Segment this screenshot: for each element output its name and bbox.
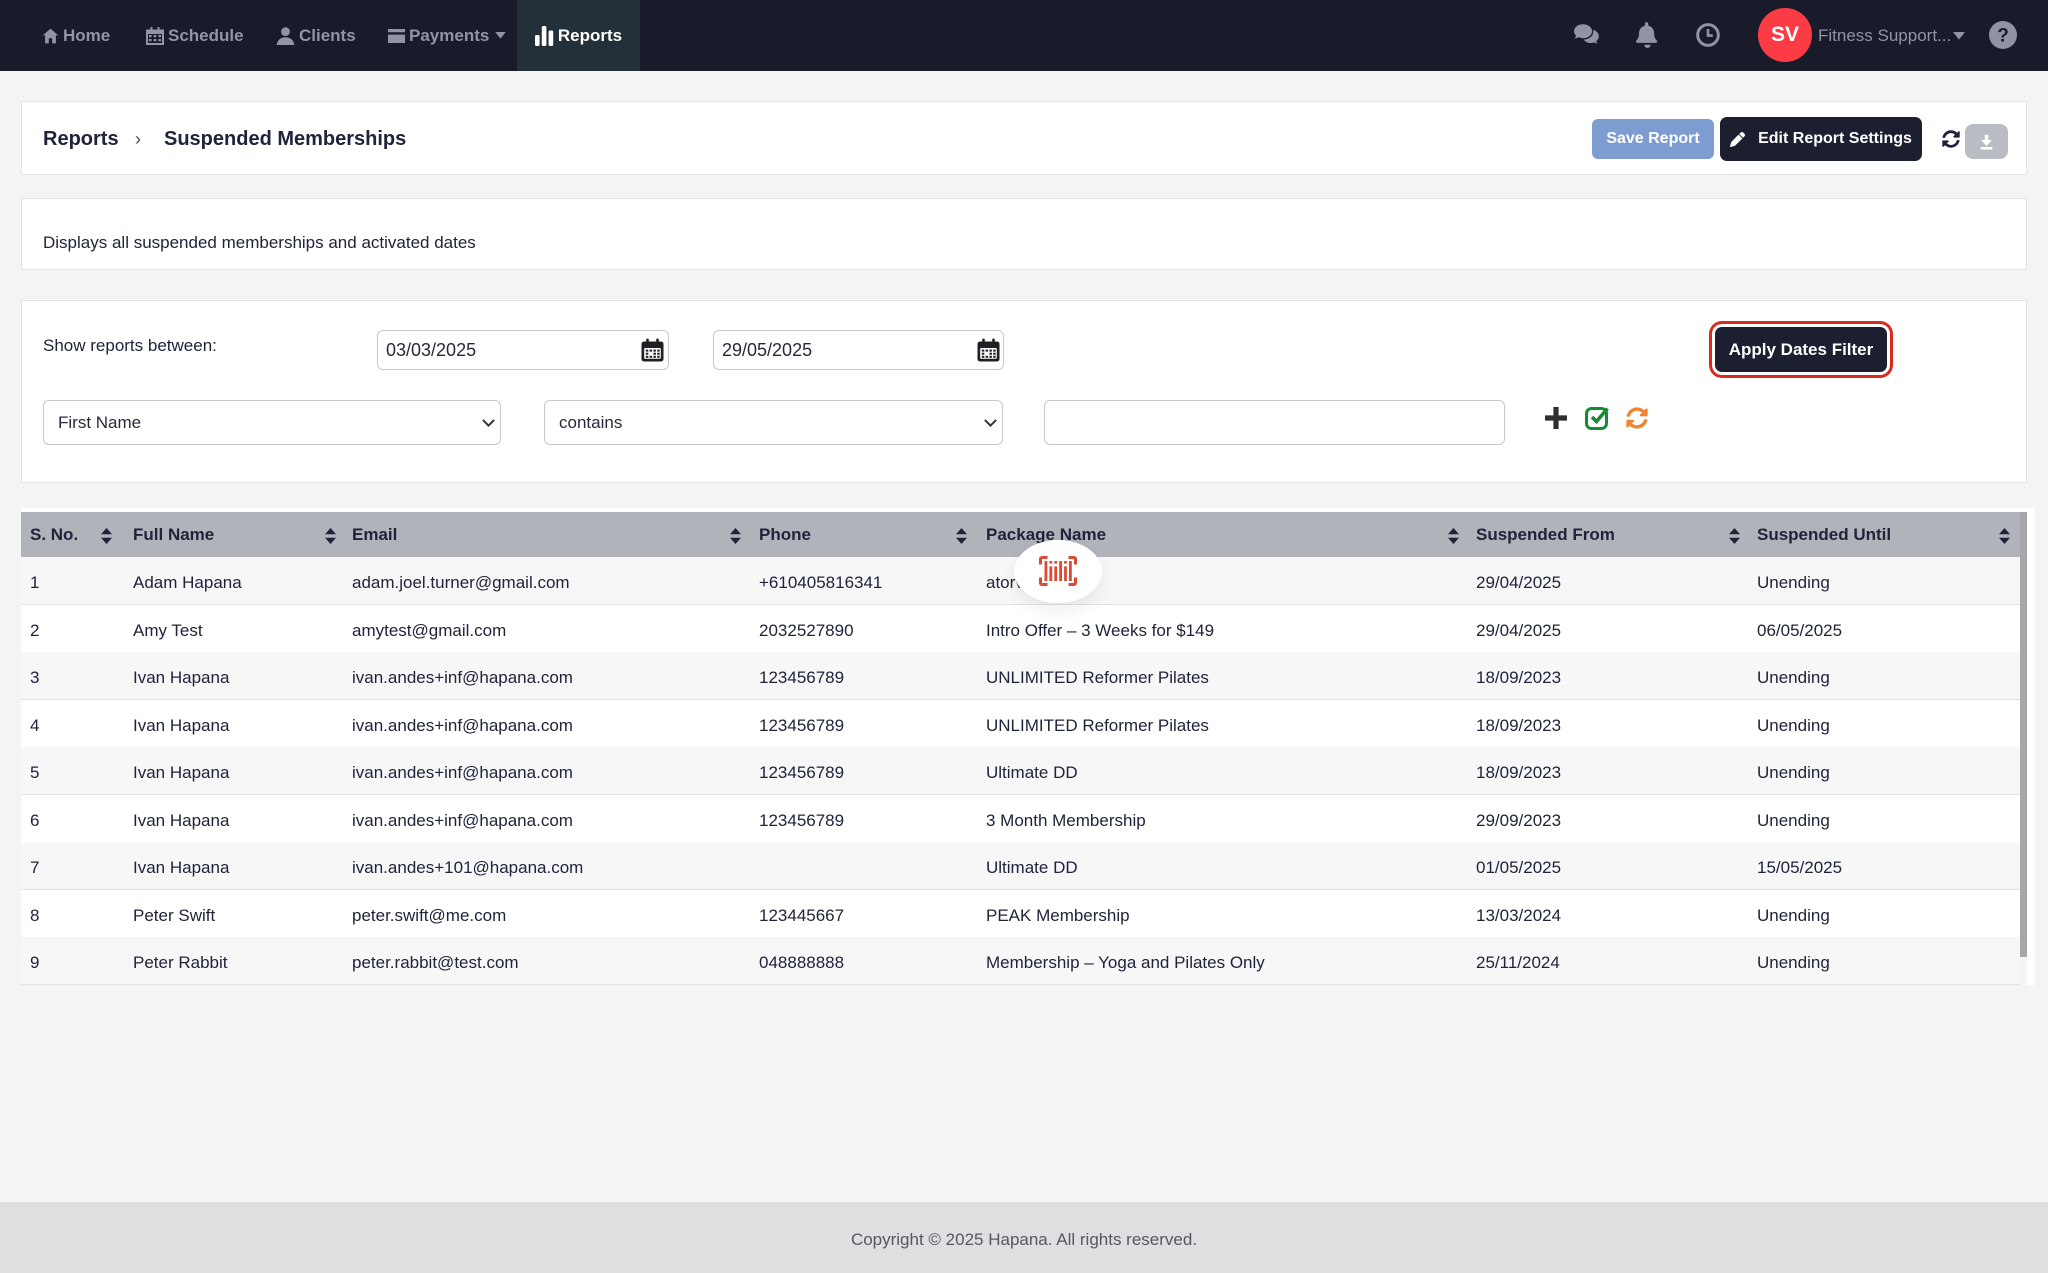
- svg-text:?: ?: [1997, 26, 2009, 47]
